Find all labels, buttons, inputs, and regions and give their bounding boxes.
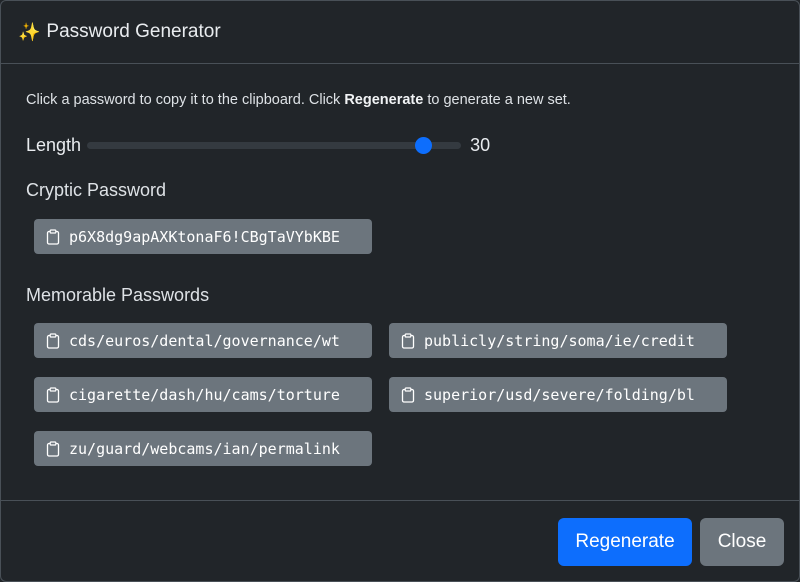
length-row: Length 30 — [26, 132, 490, 158]
clipboard-icon — [46, 386, 60, 403]
clipboard-icon — [401, 332, 415, 349]
cryptic-password-button[interactable]: p6X8dg9apAXKtonaF6!CBgTaVYbKBE — [34, 219, 372, 254]
password-text: cds/euros/dental/governance/wt — [69, 331, 340, 350]
memorable-password-button[interactable]: cigarette/dash/hu/cams/torture — [34, 377, 372, 412]
regenerate-button[interactable]: Regenerate — [558, 518, 692, 566]
instructions-text: Click a password to copy it to the clipb… — [26, 92, 571, 108]
memorable-passwords-label: Memorable Passwords — [26, 285, 210, 305]
cryptic-password-label: Cryptic Password — [26, 180, 167, 200]
dialog-header: ✨ Password Generator — [1, 1, 799, 64]
hint-bold: Regenerate — [344, 92, 424, 108]
sparkles-icon: ✨ — [18, 21, 41, 42]
password-text: superior/usd/severe/folding/bl — [424, 385, 695, 404]
password-text: cigarette/dash/hu/cams/torture — [69, 385, 340, 404]
slider-track[interactable] — [87, 142, 462, 149]
length-value: 30 — [470, 134, 491, 155]
password-text: zu/guard/webcams/ian/permalink — [69, 439, 340, 458]
dialog-body: Click a password to copy it to the clipb… — [1, 64, 799, 500]
memorable-password-button[interactable]: cds/euros/dental/governance/wt — [34, 323, 372, 358]
clipboard-icon — [46, 332, 60, 349]
slider-thumb[interactable] — [415, 137, 433, 154]
memorable-password-button[interactable]: superior/usd/severe/folding/bl — [389, 377, 727, 412]
hint-prefix: Click a password to copy it to the clipb… — [26, 92, 345, 108]
clipboard-icon — [46, 228, 60, 245]
clipboard-icon — [46, 440, 60, 457]
close-button[interactable]: Close — [700, 518, 784, 566]
length-label: Length — [26, 134, 82, 155]
hint-suffix: to generate a new set. — [423, 92, 571, 108]
length-slider[interactable] — [87, 132, 462, 158]
memorable-password-button[interactable]: zu/guard/webcams/ian/permalink — [34, 431, 372, 466]
password-text: p6X8dg9apAXKtonaF6!CBgTaVYbKBE — [69, 227, 340, 246]
password-generator-dialog: ✨ Password Generator Click a password to… — [0, 0, 800, 582]
dialog-title: ✨ Password Generator — [18, 21, 221, 43]
dialog-title-text: Password Generator — [46, 21, 221, 42]
memorable-password-button[interactable]: publicly/string/soma/ie/credit — [389, 323, 727, 358]
password-text: publicly/string/soma/ie/credit — [424, 331, 695, 350]
clipboard-icon — [401, 386, 415, 403]
dialog-footer: Regenerate Close — [1, 500, 799, 581]
